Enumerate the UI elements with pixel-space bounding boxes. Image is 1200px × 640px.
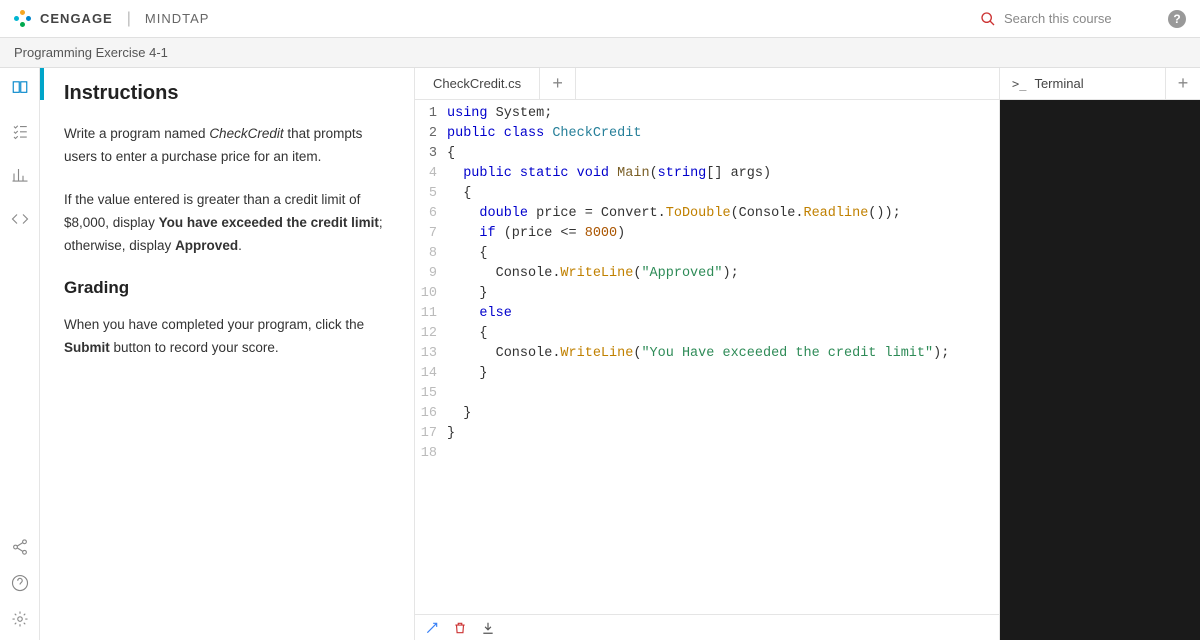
download-icon[interactable] — [481, 621, 495, 635]
add-terminal-button[interactable]: + — [1166, 68, 1200, 99]
instructions-para-2: If the value entered is greater than a c… — [64, 189, 394, 258]
breadcrumb-text: Programming Exercise 4-1 — [14, 45, 168, 60]
add-tab-button[interactable]: + — [540, 68, 576, 99]
book-icon[interactable] — [11, 78, 29, 96]
terminal-panel: >_ Terminal + — [1000, 68, 1200, 640]
logo-mark-icon — [14, 10, 32, 28]
terminal-label: Terminal — [1034, 76, 1083, 91]
active-tab-accent — [40, 68, 44, 100]
terminal-body[interactable] — [1000, 100, 1200, 640]
search-input[interactable] — [1004, 11, 1154, 26]
search[interactable] — [980, 11, 1154, 27]
code-editor[interactable]: 1 2 3 4 5 6 7 8 9 10 11 12 13 14 15 16 1… — [415, 100, 999, 614]
terminal-tabs: >_ Terminal + — [1000, 68, 1200, 100]
tab-file[interactable]: CheckCredit.cs — [415, 68, 540, 99]
product-name: MINDTAP — [145, 11, 210, 26]
terminal-icon: >_ — [1012, 77, 1026, 91]
brand-logo: CENGAGE | MINDTAP — [14, 10, 209, 28]
chart-icon[interactable] — [11, 166, 29, 184]
trash-icon[interactable] — [453, 621, 467, 635]
editor-tabs: CheckCredit.cs + — [415, 68, 999, 100]
top-bar: CENGAGE | MINDTAP ? — [0, 0, 1200, 38]
brand-name: CENGAGE — [40, 11, 113, 26]
editor-footer — [415, 614, 999, 640]
help-icon[interactable] — [11, 574, 29, 592]
instructions-title: Instructions — [64, 82, 394, 105]
code-content[interactable]: using System; public class CheckCredit {… — [443, 100, 949, 614]
brand-separator: | — [127, 10, 131, 28]
line-gutter: 1 2 3 4 5 6 7 8 9 10 11 12 13 14 15 16 1… — [415, 100, 443, 614]
help-button[interactable]: ? — [1168, 10, 1186, 28]
instructions-para-3: When you have completed your program, cl… — [64, 314, 394, 360]
checklist-icon[interactable] — [11, 122, 29, 140]
editor-panel: CheckCredit.cs + 1 2 3 4 5 6 7 8 9 10 11… — [415, 68, 1000, 640]
side-rail — [0, 68, 40, 640]
instructions-panel: Instructions Write a program named Check… — [40, 68, 415, 640]
tab-terminal[interactable]: >_ Terminal — [1000, 68, 1166, 99]
breadcrumb: Programming Exercise 4-1 — [0, 38, 1200, 68]
search-icon — [980, 11, 996, 27]
settings-icon[interactable] — [11, 610, 29, 628]
code-icon[interactable] — [11, 210, 29, 228]
share-icon[interactable] — [11, 538, 29, 556]
instructions-para-1: Write a program named CheckCredit that p… — [64, 123, 394, 169]
grading-title: Grading — [64, 278, 394, 298]
wand-icon[interactable] — [425, 621, 439, 635]
main-area: Instructions Write a program named Check… — [0, 68, 1200, 640]
tab-file-label: CheckCredit.cs — [433, 76, 521, 91]
